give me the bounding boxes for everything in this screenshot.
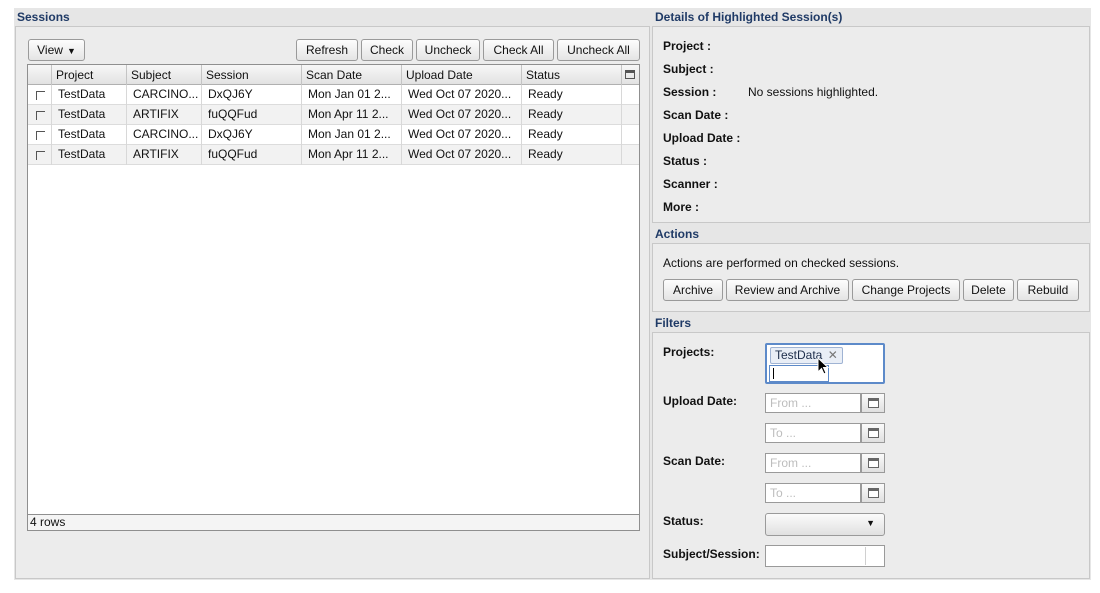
actions-description: Actions are performed on checked session… xyxy=(663,256,900,270)
column-header-checkbox[interactable] xyxy=(28,65,52,85)
actions-panel: Actions are performed on checked session… xyxy=(652,243,1090,312)
row-checkbox[interactable] xyxy=(28,125,52,145)
cell-scan-date: Mon Apr 11 2... xyxy=(302,105,402,125)
cell-upload-date: Wed Oct 07 2020... xyxy=(402,125,522,145)
cell-status: Ready xyxy=(522,85,622,105)
cell-project: TestData xyxy=(52,125,127,145)
cell-upload-date: Wed Oct 07 2020... xyxy=(402,85,522,105)
detail-label-status: Status : xyxy=(663,154,708,168)
column-header-subject[interactable]: Subject xyxy=(127,65,202,85)
cell-session: fuQQFud xyxy=(202,105,302,125)
table-row[interactable]: TestData ARTIFIX fuQQFud Mon Apr 11 2...… xyxy=(28,105,639,125)
check-button[interactable]: Check xyxy=(361,39,413,61)
cell-status: Ready xyxy=(522,125,622,145)
cell-subject: ARTIFIX xyxy=(127,145,202,165)
status-filter-select[interactable]: ▼ xyxy=(765,513,885,536)
subject-session-filter-input[interactable] xyxy=(765,545,885,567)
column-header-status[interactable]: Status xyxy=(522,65,622,85)
column-header-project[interactable]: Project xyxy=(52,65,127,85)
table-row[interactable]: TestData CARCINO... DxQJ6Y Mon Jan 01 2.… xyxy=(28,85,639,105)
mouse-cursor-icon xyxy=(817,357,830,375)
view-label: View xyxy=(37,43,63,57)
row-checkbox[interactable] xyxy=(28,145,52,165)
uncheck-all-button[interactable]: Uncheck All xyxy=(557,39,640,61)
cell-subject: CARCINO... xyxy=(127,85,202,105)
cell-scan-date: Mon Apr 11 2... xyxy=(302,145,402,165)
detail-label-upload-date: Upload Date : xyxy=(663,131,741,145)
calendar-icon[interactable] xyxy=(861,423,885,443)
calendar-icon[interactable] xyxy=(861,483,885,503)
cell-project: TestData xyxy=(52,145,127,165)
uncheck-button[interactable]: Uncheck xyxy=(416,39,480,61)
cell-upload-date: Wed Oct 07 2020... xyxy=(402,145,522,165)
caret-down-icon: ▼ xyxy=(866,518,875,528)
cell-project: TestData xyxy=(52,85,127,105)
projects-filter-label: Projects: xyxy=(663,345,715,359)
cell-upload-date: Wed Oct 07 2020... xyxy=(402,105,522,125)
detail-label-project: Project : xyxy=(663,39,712,53)
detail-label-session: Session : xyxy=(663,85,717,99)
calendar-icon[interactable] xyxy=(861,393,885,413)
delete-button[interactable]: Delete xyxy=(963,279,1014,301)
review-and-archive-button[interactable]: Review and Archive xyxy=(726,279,849,301)
cell-scan-date: Mon Jan 01 2... xyxy=(302,85,402,105)
cell-status: Ready xyxy=(522,105,622,125)
subject-session-filter-label: Subject/Session: xyxy=(663,547,760,561)
cell-session: fuQQFud xyxy=(202,145,302,165)
details-panel: Project : Subject : Session : No session… xyxy=(652,26,1090,223)
row-count: 4 rows xyxy=(28,514,639,530)
column-header-scan-date[interactable]: Scan Date xyxy=(302,65,402,85)
calendar-icon[interactable] xyxy=(861,453,885,473)
table-row[interactable]: TestData ARTIFIX fuQQFud Mon Apr 11 2...… xyxy=(28,145,639,165)
table-row[interactable]: TestData CARCINO... DxQJ6Y Mon Jan 01 2.… xyxy=(28,125,639,145)
project-tag: TestData ✕ xyxy=(770,347,843,364)
detail-label-scan-date: Scan Date : xyxy=(663,108,729,122)
detail-value-session: No sessions highlighted. xyxy=(748,85,879,99)
table-header: Project Subject Session Scan Date Upload… xyxy=(28,65,639,85)
sessions-panel: View ▼ Refresh Check Uncheck Check All Un… xyxy=(15,26,650,579)
details-title: Details of Highlighted Session(s) xyxy=(652,9,1090,25)
view-menu-button[interactable]: View ▼ xyxy=(28,39,85,61)
detail-label-scanner: Scanner : xyxy=(663,177,718,191)
column-chooser-icon[interactable] xyxy=(622,65,639,85)
scan-date-filter-label: Scan Date: xyxy=(663,454,726,468)
upload-date-to-input[interactable]: To ... xyxy=(765,423,861,443)
cell-scan-date: Mon Jan 01 2... xyxy=(302,125,402,145)
cell-status: Ready xyxy=(522,145,622,165)
actions-title: Actions xyxy=(652,226,1090,242)
change-projects-button[interactable]: Change Projects xyxy=(852,279,960,301)
filters-title: Filters xyxy=(652,315,1090,331)
rebuild-button[interactable]: Rebuild xyxy=(1017,279,1079,301)
status-filter-label: Status: xyxy=(663,514,704,528)
detail-label-subject: Subject : xyxy=(663,62,714,76)
refresh-button[interactable]: Refresh xyxy=(296,39,358,61)
archive-button[interactable]: Archive xyxy=(663,279,723,301)
sessions-title: Sessions xyxy=(14,9,651,25)
scan-date-to-input[interactable]: To ... xyxy=(765,483,861,503)
cell-session: DxQJ6Y xyxy=(202,125,302,145)
column-header-session[interactable]: Session xyxy=(202,65,302,85)
detail-label-more: More : xyxy=(663,200,699,214)
check-all-button[interactable]: Check All xyxy=(483,39,554,61)
cell-session: DxQJ6Y xyxy=(202,85,302,105)
upload-date-from-input[interactable]: From ... xyxy=(765,393,861,413)
scan-date-from-input[interactable]: From ... xyxy=(765,453,861,473)
cell-project: TestData xyxy=(52,105,127,125)
column-header-upload-date[interactable]: Upload Date xyxy=(402,65,522,85)
cell-subject: CARCINO... xyxy=(127,125,202,145)
row-checkbox[interactable] xyxy=(28,105,52,125)
caret-down-icon: ▼ xyxy=(66,46,76,56)
cell-subject: ARTIFIX xyxy=(127,105,202,125)
row-checkbox[interactable] xyxy=(28,85,52,105)
upload-date-filter-label: Upload Date: xyxy=(663,394,738,408)
filters-panel: Projects: TestData ✕ Upload Date: From .… xyxy=(652,332,1090,579)
sessions-table: Project Subject Session Scan Date Upload… xyxy=(27,64,640,531)
project-tag-label: TestData xyxy=(775,348,823,362)
